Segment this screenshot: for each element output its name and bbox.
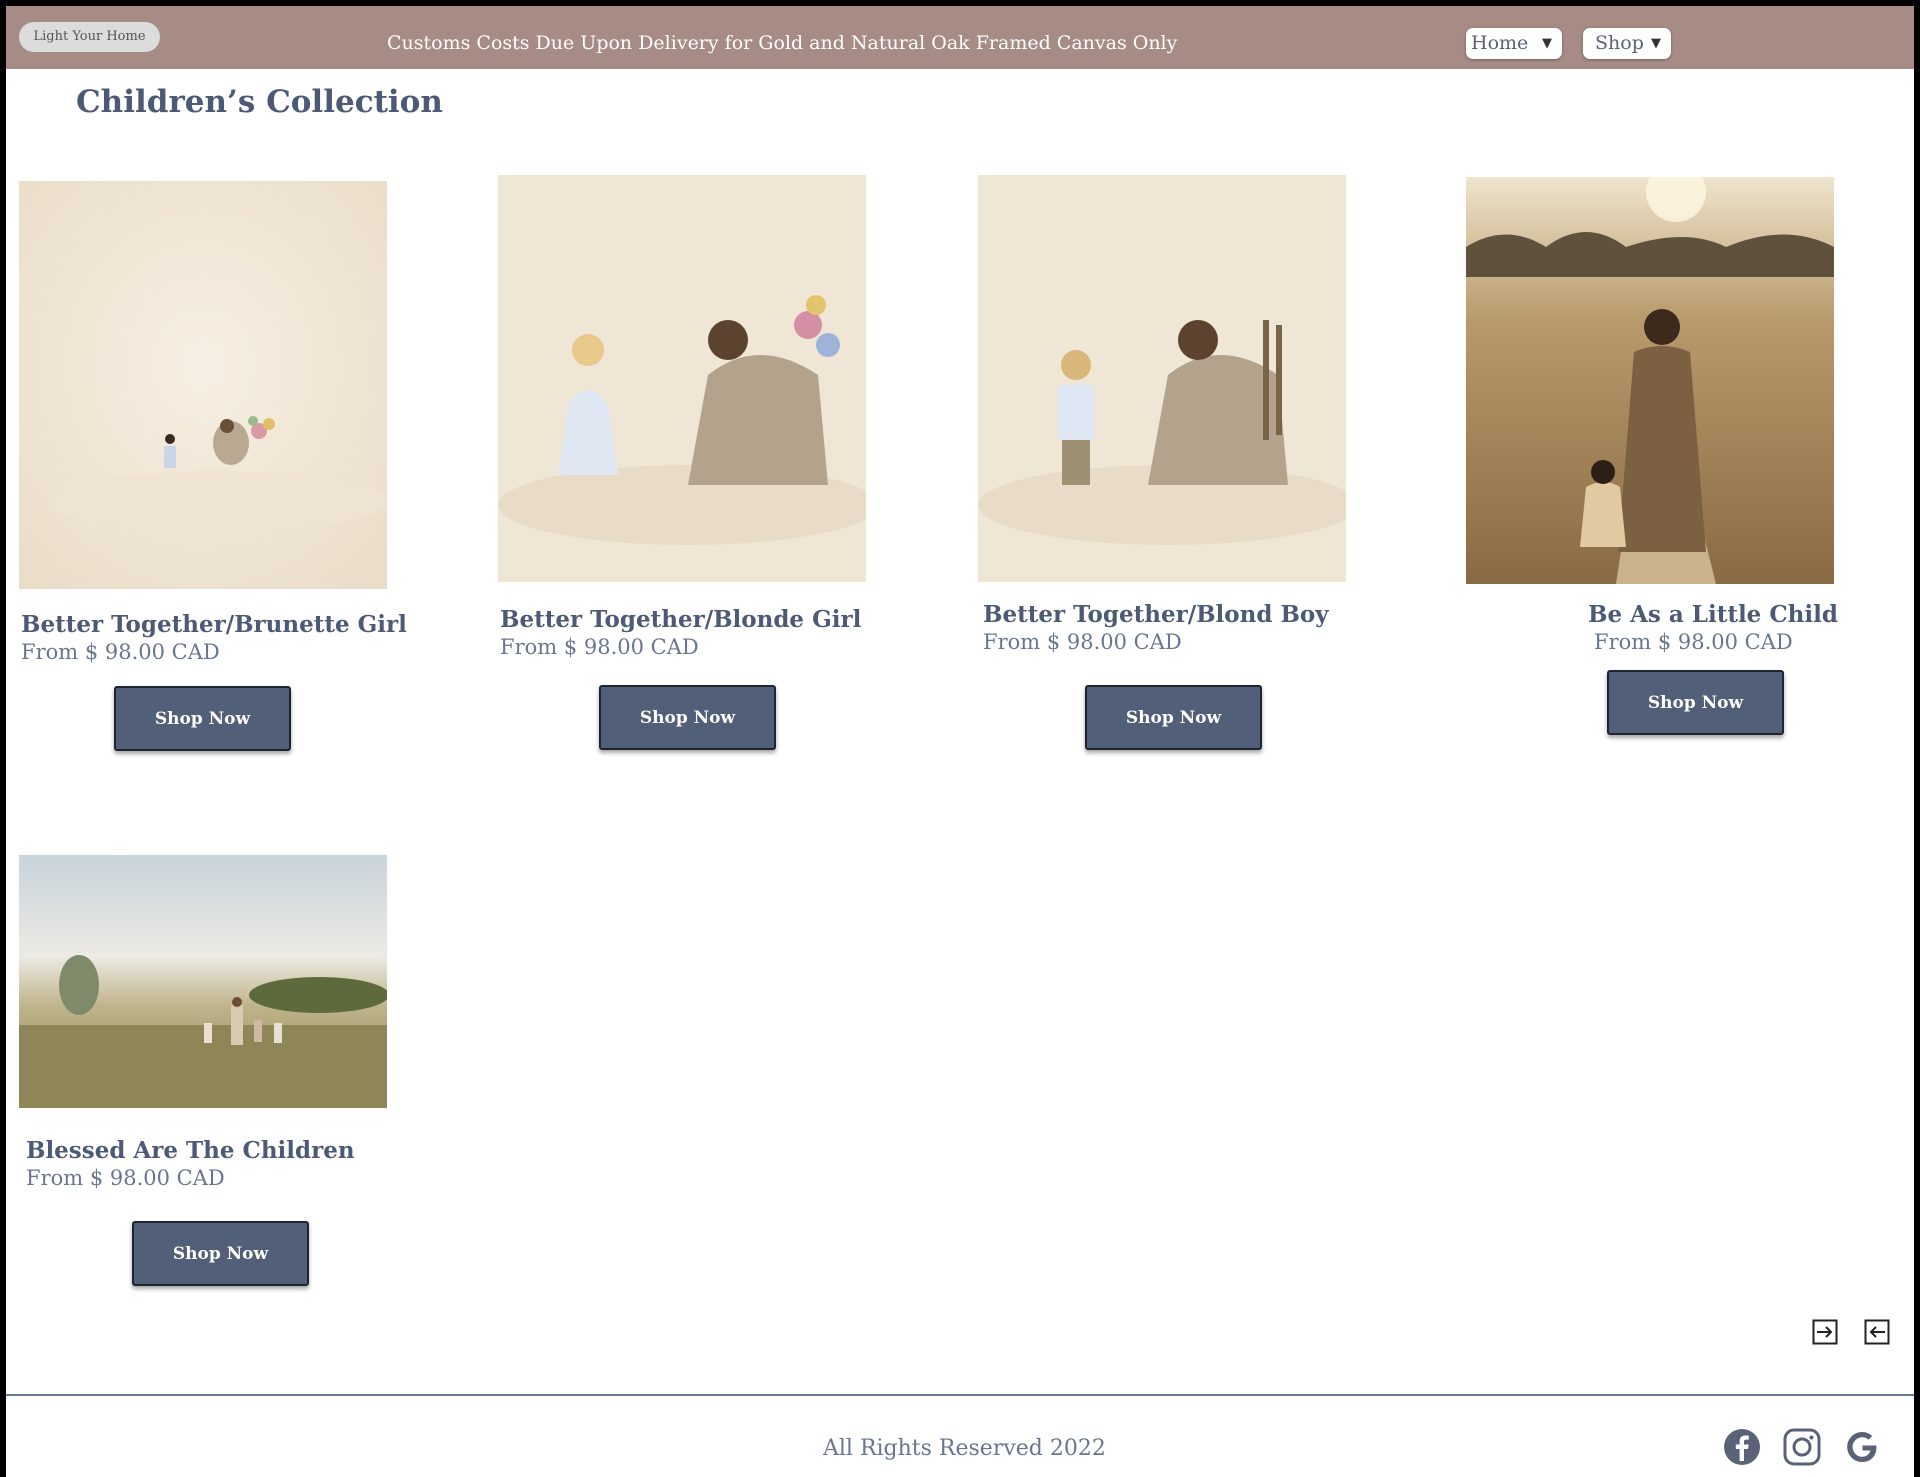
- shop-now-button[interactable]: Shop Now: [1607, 670, 1784, 735]
- shop-now-button[interactable]: Shop Now: [1085, 685, 1262, 750]
- logo-button[interactable]: Light Your Home: [19, 22, 160, 52]
- nav-shop-label: Shop: [1595, 32, 1644, 54]
- product-price: From $ 98.00 CAD: [1594, 630, 1793, 654]
- nav-home-label: Home: [1471, 32, 1529, 54]
- google-icon[interactable]: [1842, 1427, 1882, 1467]
- previous-page-icon[interactable]: [1864, 1319, 1890, 1345]
- nav-dropdown-home[interactable]: Home ▼: [1466, 28, 1562, 59]
- product-image[interactable]: [19, 181, 387, 589]
- product-title[interactable]: Be As a Little Child: [1588, 601, 1838, 628]
- product-image[interactable]: [19, 855, 387, 1108]
- announcement-text: Customs Costs Due Upon Delivery for Gold…: [387, 32, 1178, 54]
- page: Light Your Home Customs Costs Due Upon D…: [6, 6, 1914, 1477]
- chevron-down-icon: ▼: [1542, 36, 1552, 51]
- product-price: From $ 98.00 CAD: [21, 640, 220, 664]
- shop-now-button[interactable]: Shop Now: [132, 1221, 309, 1286]
- product-image[interactable]: [978, 175, 1346, 582]
- product-image[interactable]: [1466, 177, 1834, 584]
- product-image[interactable]: [498, 175, 866, 582]
- product-price: From $ 98.00 CAD: [26, 1166, 225, 1190]
- footer-divider: [6, 1394, 1914, 1396]
- next-page-icon[interactable]: [1812, 1319, 1838, 1345]
- instagram-icon[interactable]: [1782, 1427, 1822, 1467]
- chevron-down-icon: ▼: [1651, 36, 1661, 51]
- facebook-icon[interactable]: [1722, 1427, 1762, 1467]
- product-price: From $ 98.00 CAD: [500, 635, 699, 659]
- product-title[interactable]: Better Together/Blond Boy: [983, 601, 1329, 628]
- product-price: From $ 98.00 CAD: [983, 630, 1182, 654]
- top-bar: Light Your Home Customs Costs Due Upon D…: [6, 6, 1914, 69]
- product-title[interactable]: Better Together/Brunette Girl: [21, 611, 407, 638]
- shop-now-button[interactable]: Shop Now: [114, 686, 291, 751]
- product-title[interactable]: Better Together/Blonde Girl: [500, 606, 861, 633]
- nav-dropdown-shop[interactable]: Shop ▼: [1583, 28, 1671, 59]
- copyright-text: All Rights Reserved 2022: [823, 1436, 1106, 1461]
- product-title[interactable]: Blessed Are The Children: [26, 1137, 355, 1164]
- shop-now-button[interactable]: Shop Now: [599, 685, 776, 750]
- page-title: Children’s Collection: [76, 84, 443, 120]
